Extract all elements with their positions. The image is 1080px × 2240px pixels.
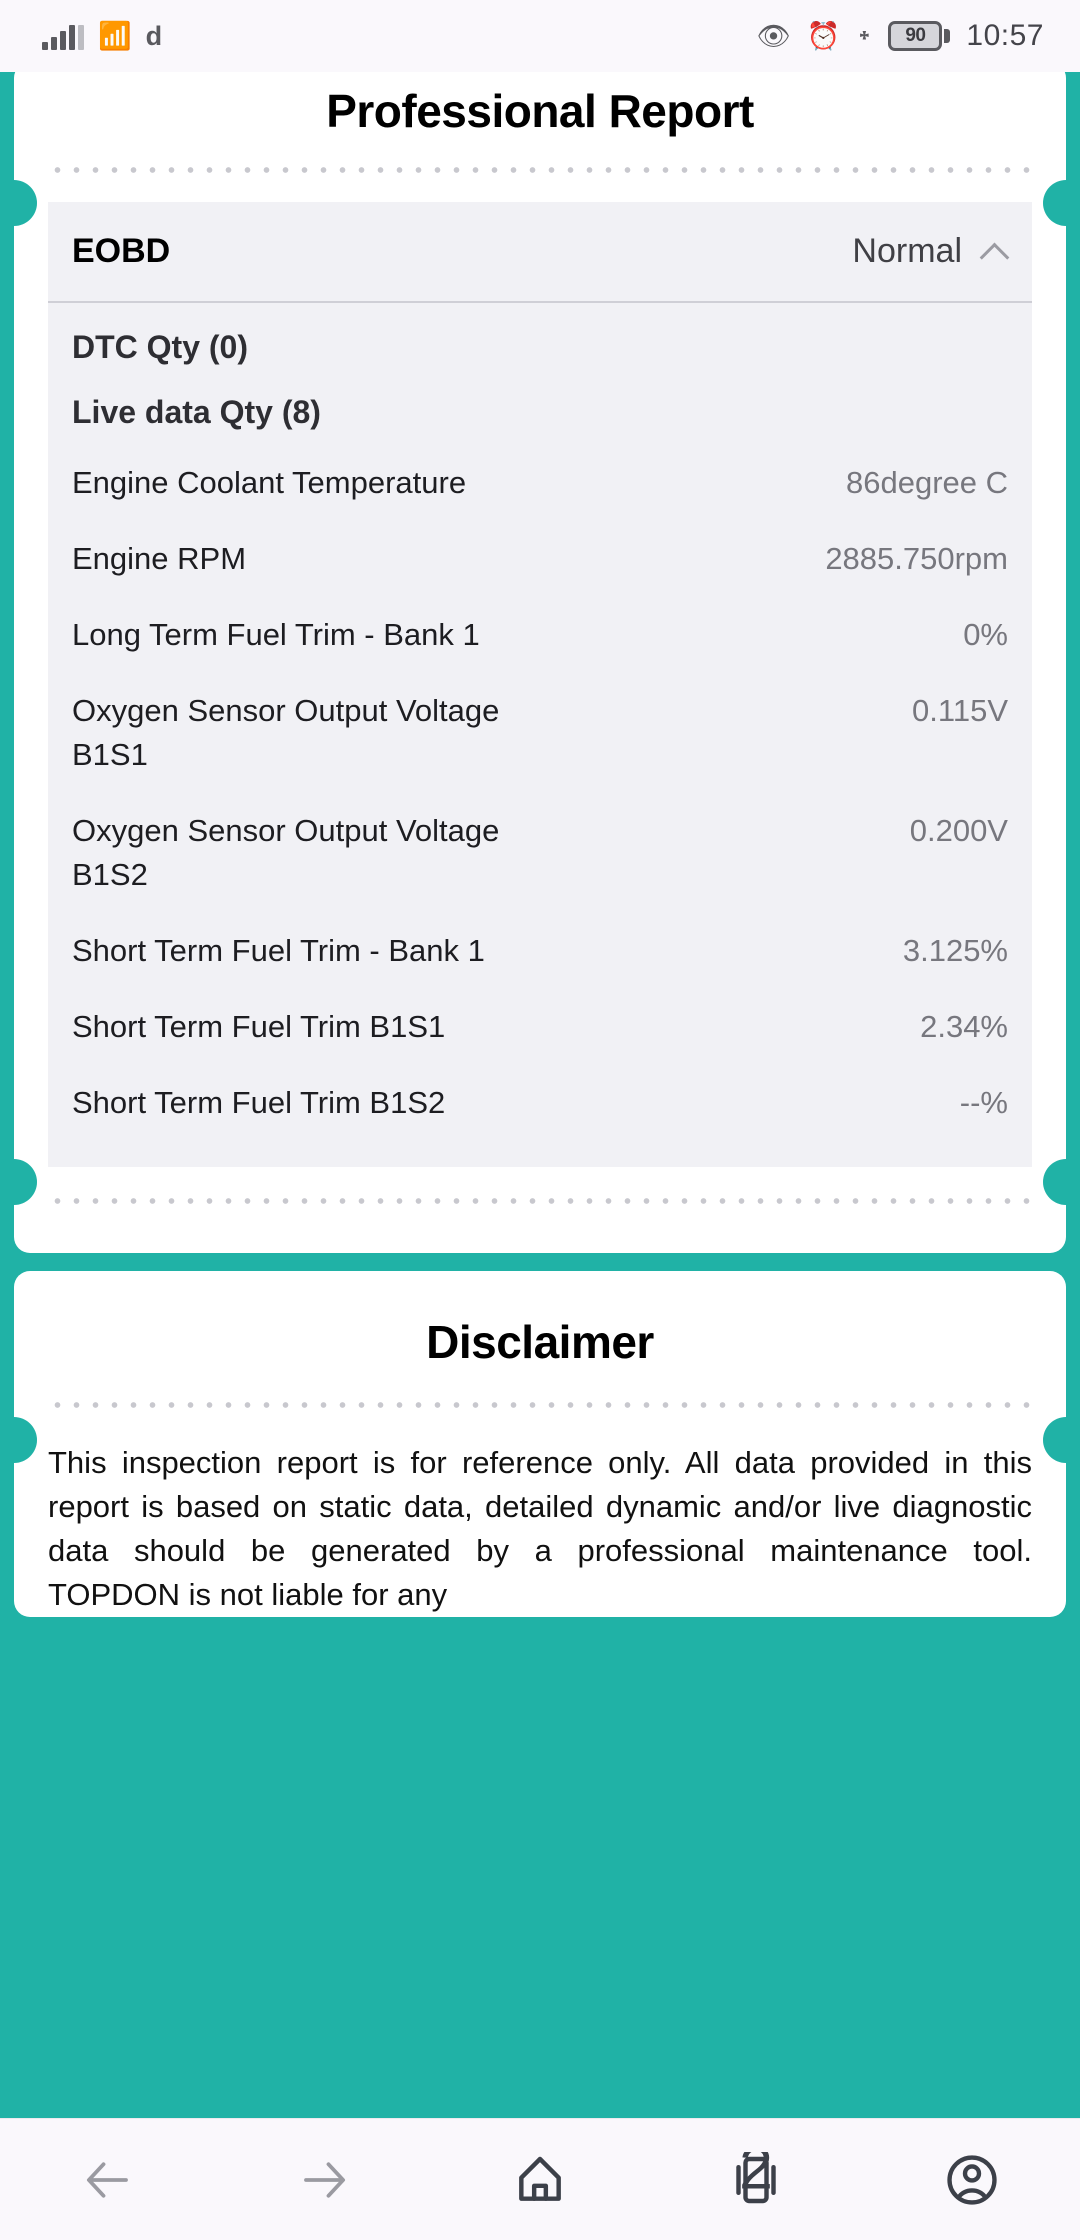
live-data-label: Short Term Fuel Trim B1S2 xyxy=(72,1081,445,1125)
professional-report-card: Professional Report EOBD Normal DTC Qty … xyxy=(14,72,1066,1253)
status-bar-clock: 10:57 xyxy=(966,19,1044,53)
eobd-status-value: Normal xyxy=(852,232,962,271)
live-data-label: Short Term Fuel Trim - Bank 1 xyxy=(72,929,485,973)
disclaimer-text: This inspection report is for reference … xyxy=(14,1411,1066,1617)
browser-bottom-nav: 2 xyxy=(0,2118,1080,2240)
wifi-icon: 📶 xyxy=(98,23,132,50)
ticket-notch-right xyxy=(1043,180,1080,226)
battery-level-label: 90 xyxy=(905,25,925,47)
ticket-notch-left-bottom xyxy=(0,1159,37,1205)
table-row: Oxygen Sensor Output Voltage B1S1 0.115V xyxy=(72,673,1008,793)
live-data-value: 0.115V xyxy=(912,689,1008,733)
back-button[interactable] xyxy=(48,2135,168,2225)
tabs-button[interactable]: 2 xyxy=(696,2135,816,2225)
table-row: Engine RPM 2885.750rpm xyxy=(72,521,1008,597)
home-icon xyxy=(512,2152,568,2208)
live-data-label: Short Term Fuel Trim B1S1 xyxy=(72,1005,445,1049)
disclaimer-card: Disclaimer This inspection report is for… xyxy=(14,1271,1066,1617)
eobd-panel-body: DTC Qty (0) Live data Qty (8) Engine Coo… xyxy=(48,303,1032,1167)
live-data-value: --% xyxy=(960,1081,1008,1125)
ticket-notch-left xyxy=(0,180,37,226)
forward-button[interactable] xyxy=(264,2135,384,2225)
phone-screen: 📶 d 👁 ⏰ ᛭ 90 10:57 Professional Report xyxy=(0,0,1080,2240)
page-title: Professional Report xyxy=(14,72,1066,164)
status-bar-right: 👁 ⏰ ᛭ 90 10:57 xyxy=(756,19,1044,53)
dtc-qty-label: DTC Qty (0) xyxy=(72,315,1008,380)
perforation-divider-bottom xyxy=(48,1195,1032,1207)
live-data-value: 0.200V xyxy=(910,809,1008,853)
live-data-label: Long Term Fuel Trim - Bank 1 xyxy=(72,613,480,657)
perforation-divider-top xyxy=(48,164,1032,176)
live-data-label: Engine Coolant Temperature xyxy=(72,461,466,505)
eye-comfort-icon: 👁 xyxy=(756,23,790,50)
live-data-label: Engine RPM xyxy=(72,537,246,581)
live-data-value: 86degree C xyxy=(846,461,1008,505)
ticket-notch-right-bottom xyxy=(1043,1159,1080,1205)
chevron-up-icon[interactable] xyxy=(982,239,1008,265)
arrow-right-icon xyxy=(297,2153,351,2207)
table-row: Long Term Fuel Trim - Bank 1 0% xyxy=(72,597,1008,673)
profile-button[interactable] xyxy=(912,2135,1032,2225)
alarm-clock-icon: ⏰ xyxy=(807,23,841,50)
battery-icon: 90 xyxy=(888,21,950,51)
bluetooth-icon: ᛭ xyxy=(856,23,872,50)
disclaimer-perforation-divider xyxy=(48,1399,1032,1411)
tabs-icon: 2 xyxy=(728,2152,784,2208)
data-indicator-letter: d xyxy=(146,23,163,50)
home-button[interactable] xyxy=(480,2135,600,2225)
table-row: Engine Coolant Temperature 86degree C xyxy=(72,445,1008,521)
live-data-qty-label: Live data Qty (8) xyxy=(72,380,1008,445)
report-scroll-area[interactable]: Professional Report EOBD Normal DTC Qty … xyxy=(0,72,1080,2118)
table-row: Short Term Fuel Trim B1S2 --% xyxy=(72,1065,1008,1141)
status-bar-left: 📶 d xyxy=(42,23,162,50)
cellular-signal-icon xyxy=(42,23,84,50)
live-data-value: 3.125% xyxy=(903,929,1008,973)
eobd-module-name: EOBD xyxy=(72,232,170,271)
status-bar: 📶 d 👁 ⏰ ᛭ 90 10:57 xyxy=(0,0,1080,72)
live-data-label: Oxygen Sensor Output Voltage B1S2 xyxy=(72,809,542,897)
eobd-header-right: Normal xyxy=(852,232,1008,271)
live-data-value: 2.34% xyxy=(920,1005,1008,1049)
live-data-value: 0% xyxy=(963,613,1008,657)
eobd-panel-header[interactable]: EOBD Normal xyxy=(48,202,1032,303)
table-row: Short Term Fuel Trim - Bank 1 3.125% xyxy=(72,913,1008,989)
eobd-panel: EOBD Normal DTC Qty (0) Live data Qty (8… xyxy=(48,202,1032,1167)
live-data-value: 2885.750rpm xyxy=(825,537,1008,581)
tabs-count-label: 2 xyxy=(739,2152,773,2201)
live-data-label: Oxygen Sensor Output Voltage B1S1 xyxy=(72,689,542,777)
disclaimer-title: Disclaimer xyxy=(14,1271,1066,1399)
table-row: Short Term Fuel Trim B1S1 2.34% xyxy=(72,989,1008,1065)
arrow-left-icon xyxy=(81,2153,135,2207)
table-row: Oxygen Sensor Output Voltage B1S2 0.200V xyxy=(72,793,1008,913)
account-circle-icon xyxy=(943,2151,1001,2209)
